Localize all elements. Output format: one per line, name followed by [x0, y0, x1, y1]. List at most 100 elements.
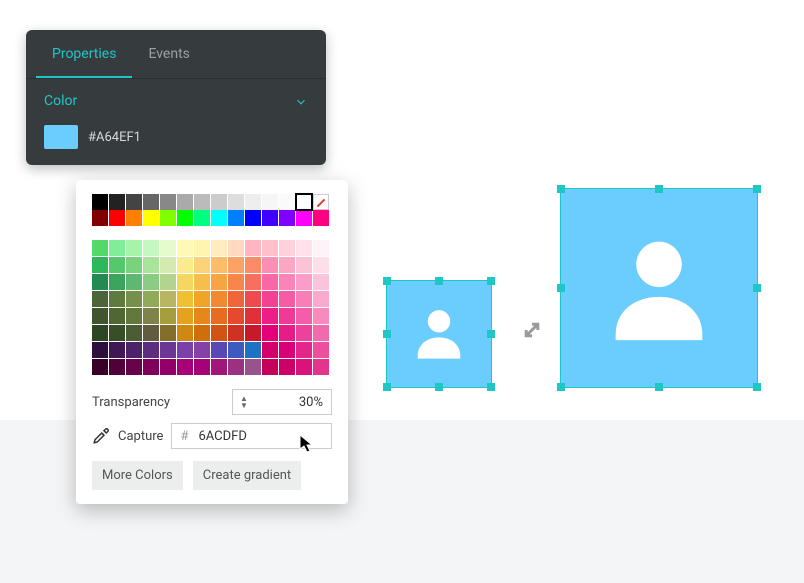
color-swatch-cell[interactable]: [177, 240, 193, 256]
color-swatch-cell[interactable]: [262, 291, 278, 307]
color-swatch-cell[interactable]: [92, 325, 108, 341]
stepper-icon[interactable]: ▲▼: [233, 395, 255, 409]
color-swatch-cell[interactable]: [279, 257, 295, 273]
color-swatch-cell[interactable]: [109, 291, 125, 307]
resize-handle[interactable]: [383, 277, 391, 285]
color-swatch-cell[interactable]: [143, 308, 159, 324]
color-swatch-cell[interactable]: [126, 257, 142, 273]
color-swatch-cell[interactable]: [313, 325, 329, 341]
eyedropper-icon[interactable]: [92, 427, 110, 445]
resize-handle[interactable]: [753, 284, 761, 292]
color-swatch-cell[interactable]: [160, 359, 176, 375]
color-swatch-cell[interactable]: [313, 274, 329, 290]
color-swatch-cell[interactable]: [92, 194, 108, 210]
color-swatch-cell[interactable]: [245, 308, 261, 324]
color-swatch-cell[interactable]: [313, 210, 329, 226]
color-swatch-cell[interactable]: [279, 308, 295, 324]
color-swatch-cell[interactable]: [245, 210, 261, 226]
color-swatch-cell[interactable]: [109, 194, 125, 210]
color-swatch-cell[interactable]: [313, 257, 329, 273]
color-swatch-cell[interactable]: [262, 194, 278, 210]
color-swatch-cell[interactable]: [313, 194, 329, 210]
color-swatch[interactable]: [44, 125, 78, 149]
color-swatch-cell[interactable]: [194, 274, 210, 290]
resize-handle[interactable]: [753, 185, 761, 193]
color-swatch-cell[interactable]: [211, 359, 227, 375]
color-swatch-cell[interactable]: [160, 194, 176, 210]
color-swatch-cell[interactable]: [245, 325, 261, 341]
color-swatch-cell[interactable]: [92, 342, 108, 358]
color-swatch-cell[interactable]: [126, 342, 142, 358]
color-swatch-cell[interactable]: [279, 325, 295, 341]
color-swatch-cell[interactable]: [262, 257, 278, 273]
resize-handle[interactable]: [487, 277, 495, 285]
color-swatch-cell[interactable]: [245, 359, 261, 375]
color-swatch-cell[interactable]: [160, 257, 176, 273]
color-swatch-cell[interactable]: [92, 291, 108, 307]
color-swatch-cell[interactable]: [126, 308, 142, 324]
color-swatch-cell[interactable]: [228, 194, 244, 210]
color-swatch-cell[interactable]: [296, 274, 312, 290]
color-swatch-cell[interactable]: [92, 308, 108, 324]
color-swatch-cell[interactable]: [126, 210, 142, 226]
resize-handle[interactable]: [435, 383, 443, 391]
transparency-input[interactable]: ▲▼ 30%: [232, 389, 332, 415]
color-swatch-cell[interactable]: [211, 325, 227, 341]
color-swatch-cell[interactable]: [313, 240, 329, 256]
create-gradient-button[interactable]: Create gradient: [193, 461, 301, 490]
color-swatch-cell[interactable]: [296, 342, 312, 358]
color-swatch-cell[interactable]: [211, 291, 227, 307]
resize-handle[interactable]: [753, 383, 761, 391]
color-swatch-cell[interactable]: [296, 308, 312, 324]
resize-handle[interactable]: [487, 383, 495, 391]
color-swatch-cell[interactable]: [194, 325, 210, 341]
color-swatch-cell[interactable]: [262, 342, 278, 358]
color-swatch-cell[interactable]: [296, 240, 312, 256]
color-swatch-cell[interactable]: [228, 325, 244, 341]
color-swatch-cell[interactable]: [245, 257, 261, 273]
color-swatch-cell[interactable]: [228, 342, 244, 358]
resize-handle[interactable]: [557, 383, 565, 391]
color-swatch-cell[interactable]: [228, 240, 244, 256]
color-swatch-cell[interactable]: [143, 210, 159, 226]
color-swatch-cell[interactable]: [279, 342, 295, 358]
color-swatch-cell[interactable]: [279, 291, 295, 307]
color-swatch-cell[interactable]: [143, 359, 159, 375]
selected-shape-small[interactable]: [386, 280, 492, 388]
color-swatch-cell[interactable]: [160, 210, 176, 226]
color-section-header[interactable]: Color: [44, 79, 308, 123]
color-swatch-cell[interactable]: [177, 342, 193, 358]
resize-handle[interactable]: [655, 185, 663, 193]
color-swatch-cell[interactable]: [109, 359, 125, 375]
color-swatch-cell[interactable]: [126, 274, 142, 290]
color-swatch-cell[interactable]: [160, 308, 176, 324]
color-swatch-cell[interactable]: [92, 359, 108, 375]
color-swatch-cell[interactable]: [245, 240, 261, 256]
color-swatch-cell[interactable]: [245, 274, 261, 290]
color-swatch-cell[interactable]: [143, 240, 159, 256]
color-swatch-cell[interactable]: [211, 210, 227, 226]
color-swatch-cell[interactable]: [194, 210, 210, 226]
color-swatch-cell[interactable]: [109, 274, 125, 290]
hex-input[interactable]: # 6ACDFD: [171, 423, 332, 449]
color-swatch-cell[interactable]: [177, 291, 193, 307]
color-swatch-cell[interactable]: [279, 240, 295, 256]
color-swatch-cell[interactable]: [228, 308, 244, 324]
color-swatch-cell[interactable]: [143, 342, 159, 358]
color-swatch-cell[interactable]: [211, 308, 227, 324]
color-swatch-cell[interactable]: [211, 240, 227, 256]
color-swatch-cell[interactable]: [126, 194, 142, 210]
resize-handle[interactable]: [487, 330, 495, 338]
color-swatch-cell[interactable]: [177, 359, 193, 375]
color-swatch-cell[interactable]: [92, 240, 108, 256]
color-swatch-cell[interactable]: [126, 359, 142, 375]
color-swatch-cell[interactable]: [194, 257, 210, 273]
color-swatch-cell[interactable]: [194, 291, 210, 307]
color-swatch-cell[interactable]: [228, 359, 244, 375]
color-swatch-cell[interactable]: [262, 240, 278, 256]
color-swatch-cell[interactable]: [143, 194, 159, 210]
color-swatch-cell[interactable]: [126, 240, 142, 256]
color-swatch-cell[interactable]: [228, 274, 244, 290]
resize-handle[interactable]: [435, 277, 443, 285]
color-swatch-cell[interactable]: [279, 194, 295, 210]
